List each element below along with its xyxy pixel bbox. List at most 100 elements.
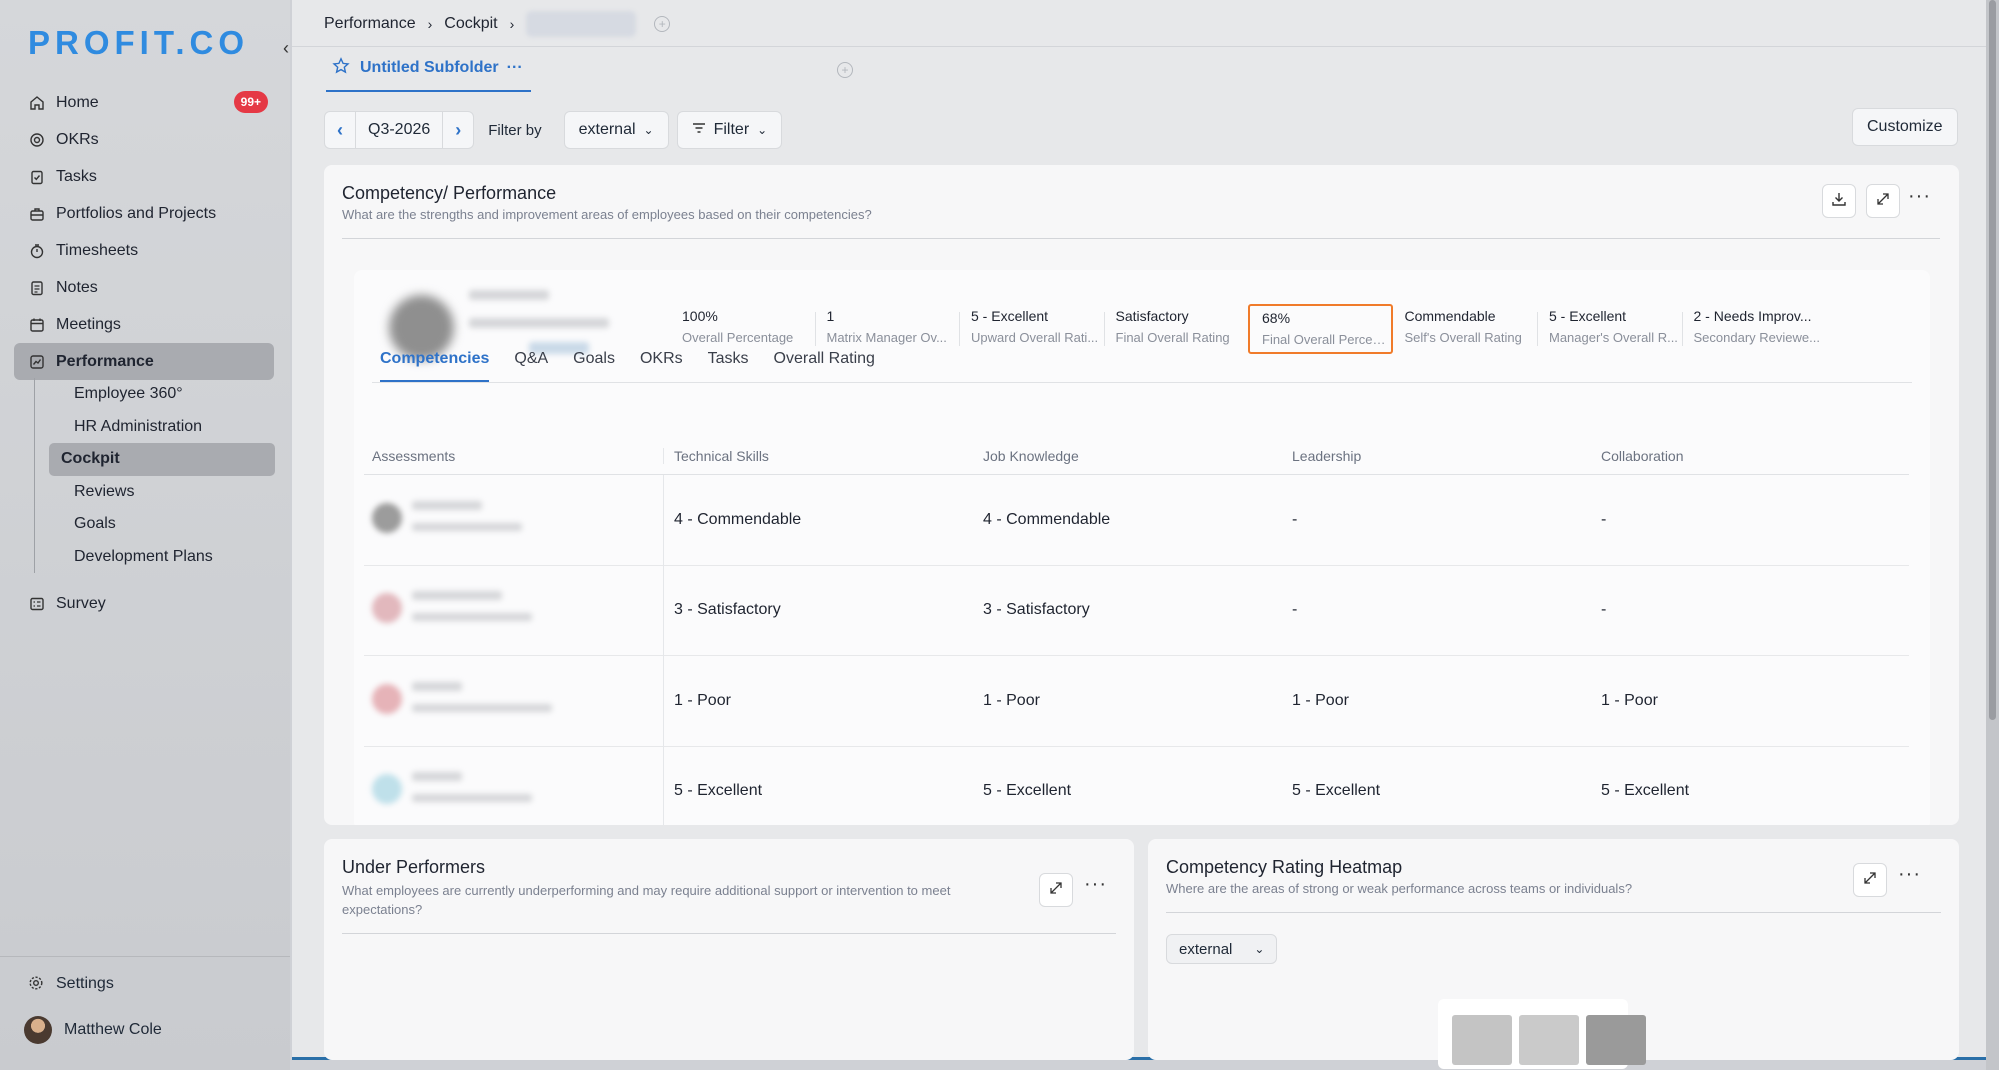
metric-label: Secondary Reviewe... <box>1693 330 1820 345</box>
sidebar-subitem-cockpit[interactable]: Cockpit <box>49 443 275 476</box>
more-options-icon[interactable]: ··· <box>1908 185 1931 208</box>
sidebar-item-label: Notes <box>56 278 98 296</box>
redacted-assessor <box>372 497 572 543</box>
more-icon[interactable]: ··· <box>507 59 523 77</box>
notification-badge: 99+ <box>233 91 268 113</box>
previous-period-button[interactable]: ‹ <box>325 120 355 141</box>
chevron-down-icon: ⌄ <box>757 123 768 137</box>
filter-by-label: Filter by <box>488 121 542 139</box>
calendar-icon <box>28 316 46 334</box>
add-folder-icon[interactable]: + <box>654 16 671 32</box>
sidebar-item-performance[interactable]: Performance <box>14 343 274 380</box>
divider <box>1681 312 1683 346</box>
sidebar-item-meetings[interactable]: Meetings <box>14 306 274 343</box>
sidebar-item-tasks[interactable]: Tasks <box>14 158 274 195</box>
card-header: Under Performers What employees are curr… <box>342 857 1022 919</box>
card-title: Competency/ Performance <box>342 183 557 203</box>
user-name: Matthew Cole <box>64 1021 162 1038</box>
sidebar-subitem-hr-administration[interactable]: HR Administration <box>49 411 275 444</box>
user-profile[interactable]: Matthew Cole <box>24 1016 162 1044</box>
expand-icon <box>1876 192 1890 211</box>
sidebar-item-notes[interactable]: Notes <box>14 269 274 306</box>
star-icon[interactable] <box>332 56 350 80</box>
more-options-icon[interactable]: ··· <box>1084 873 1107 896</box>
table-cell: - <box>1601 510 1607 528</box>
sidebar-item-timesheets[interactable]: Timesheets <box>14 232 274 269</box>
collapse-sidebar-button[interactable]: ‹ <box>283 38 289 59</box>
expand-icon <box>1049 881 1063 900</box>
target-icon <box>28 131 46 149</box>
heatmap-filter-select[interactable]: external ⌄ <box>1166 934 1278 964</box>
divider <box>292 46 1992 47</box>
tab-okrs[interactable]: OKRs <box>640 350 683 382</box>
table-cell: 1 - Poor <box>983 691 1040 709</box>
avatar <box>24 1016 52 1044</box>
tab-untitled-subfolder[interactable]: Untitled Subfolder ··· <box>326 56 531 92</box>
table-cell: 5 - Excellent <box>674 782 763 800</box>
next-period-button[interactable]: › <box>443 120 473 141</box>
tab-tasks[interactable]: Tasks <box>708 350 749 382</box>
sidebar-item-portfolios[interactable]: Portfolios and Projects <box>14 195 274 232</box>
sidebar-subitem-goals[interactable]: Goals <box>49 508 275 541</box>
table-cell: 1 - Poor <box>1601 691 1658 709</box>
table-cell: 5 - Excellent <box>983 782 1072 800</box>
metric-value: Satisfactory <box>1115 308 1189 324</box>
divider <box>342 238 1940 239</box>
divider <box>1103 312 1105 346</box>
scrollbar-thumb[interactable] <box>1989 0 1996 720</box>
period-value[interactable]: Q3-2026 <box>355 111 444 149</box>
metric-value: 5 - Excellent <box>971 308 1049 324</box>
filter-by-select[interactable]: external ⌄ <box>563 111 669 149</box>
chart-line-icon <box>28 353 46 371</box>
briefcase-icon <box>28 205 46 223</box>
download-button[interactable] <box>1822 184 1856 218</box>
expand-button[interactable] <box>1866 184 1900 218</box>
table-cell: - <box>1292 601 1298 619</box>
table-row: 1 - Poor 1 - Poor 1 - Poor 1 - Poor <box>364 655 1909 747</box>
sidebar-subitem-reviews[interactable]: Reviews <box>49 476 275 509</box>
home-icon <box>28 94 46 112</box>
tab-qa[interactable]: Q&A <box>514 350 548 382</box>
metric-final-overall-percentage[interactable]: 68% Final Overall Percen... <box>1248 304 1393 354</box>
breadcrumb-folder-redacted[interactable] <box>526 11 637 37</box>
clipboard-check-icon <box>28 168 46 186</box>
assessment-cell-redacted <box>364 565 664 656</box>
table-cell: 1 - Poor <box>1292 691 1349 709</box>
notes-icon <box>28 279 46 297</box>
breadcrumb-cockpit[interactable]: Cockpit <box>444 15 497 33</box>
card-header: Competency Rating Heatmap Where are the … <box>1166 857 1846 896</box>
tab-goals[interactable]: Goals <box>573 350 615 382</box>
sidebar-item-label: Meetings <box>56 315 121 333</box>
filter-button-label: Filter <box>713 121 750 138</box>
sidebar-item-home[interactable]: Home 99+ <box>14 84 274 121</box>
breadcrumb-performance[interactable]: Performance <box>324 15 416 33</box>
metric-value: 2 - Needs Improv... <box>1693 308 1812 324</box>
column-header-technical-skills: Technical Skills <box>674 448 769 464</box>
sidebar-item-label: Survey <box>56 594 106 612</box>
tab-label: Untitled Subfolder <box>360 59 499 76</box>
card-title: Competency Rating Heatmap <box>1166 857 1403 877</box>
table-cell: 4 - Commendable <box>983 510 1111 528</box>
table-cell: - <box>1292 510 1298 528</box>
expand-button[interactable] <box>1039 873 1073 907</box>
heatmap-cell <box>1452 1015 1512 1065</box>
customize-button[interactable]: Customize <box>1852 108 1958 146</box>
table-cell: 3 - Satisfactory <box>674 601 781 619</box>
tab-competencies[interactable]: Competencies <box>380 350 490 382</box>
sidebar-item-settings[interactable]: Settings <box>28 975 114 993</box>
sidebar-item-okrs[interactable]: OKRs <box>14 121 274 158</box>
table-row: 4 - Commendable 4 - Commendable - - <box>364 474 1909 566</box>
filter-button[interactable]: Filter ⌄ <box>676 111 783 149</box>
sidebar-item-survey[interactable]: Survey <box>14 585 274 622</box>
column-header-collaboration: Collaboration <box>1601 448 1684 464</box>
sidebar-subitem-employee-360[interactable]: Employee 360° <box>49 378 275 411</box>
tab-overall-rating[interactable]: Overall Rating <box>774 350 875 382</box>
sidebar-subitem-development-plans[interactable]: Development Plans <box>49 541 275 574</box>
metric-value: 1 <box>826 308 835 324</box>
add-tab-icon[interactable]: + <box>837 62 853 78</box>
column-header-assessments: Assessments <box>364 448 664 464</box>
more-options-icon[interactable]: ··· <box>1898 863 1921 886</box>
filter-by-value: external <box>578 121 636 138</box>
expand-button[interactable] <box>1853 863 1887 897</box>
brand-logo[interactable]: PROFIT.CO <box>28 24 249 62</box>
